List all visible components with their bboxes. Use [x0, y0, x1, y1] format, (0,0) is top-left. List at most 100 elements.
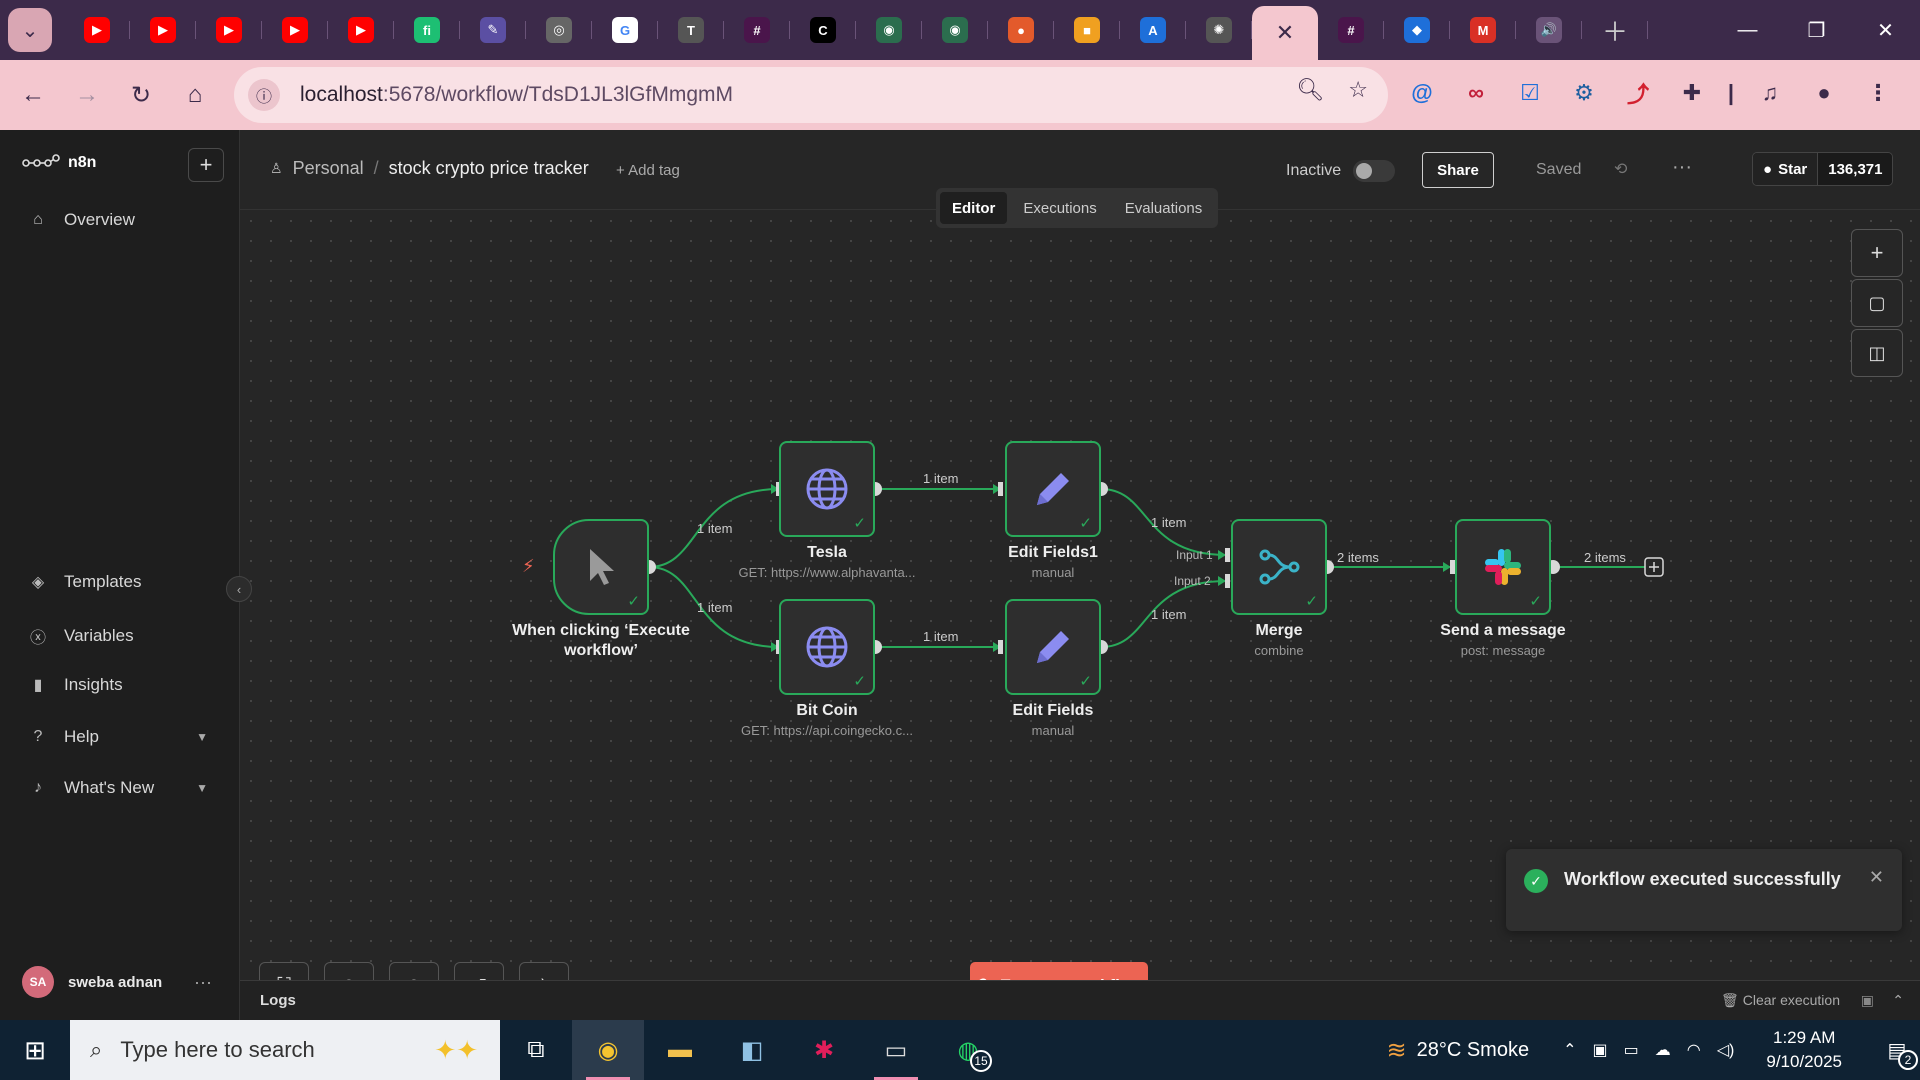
reload-button[interactable]: ↻ — [114, 68, 168, 122]
share-button[interactable]: Share — [1422, 152, 1494, 188]
sidebar-item-overview[interactable]: ⌂ Overview — [28, 210, 208, 230]
browser-tab[interactable]: # — [724, 5, 790, 55]
zoom-icon[interactable]: 🔍︎ — [1296, 77, 1324, 103]
sidebar-item-variables[interactable]: ⓧ Variables — [28, 624, 208, 648]
sidebar-item-help[interactable]: ? Help ▼ — [28, 727, 208, 747]
browser-tab[interactable]: ◉ — [922, 5, 988, 55]
node-edit-fields[interactable]: ✓ — [1005, 599, 1101, 695]
extensions-puzzle-icon[interactable]: ✚ — [1672, 73, 1712, 113]
browser-tab[interactable]: G — [592, 5, 658, 55]
sidebar-item-whats-new[interactable]: ♪ What's New ▼ — [28, 778, 208, 798]
taskbar-file-explorer[interactable]: ▬ — [644, 1020, 716, 1080]
browser-tab[interactable]: ▶ — [130, 5, 196, 55]
site-info-icon[interactable]: ⓘ — [248, 79, 280, 111]
close-window-button[interactable]: ✕ — [1851, 0, 1920, 60]
restore-button[interactable]: ❐ — [1782, 0, 1851, 60]
clear-execution-button[interactable]: 🗑 Clear execution — [1721, 992, 1840, 1009]
tab-editor[interactable]: Editor — [940, 192, 1008, 224]
weather-widget[interactable]: ≋ 28°C Smoke — [1386, 1036, 1529, 1065]
browser-tab[interactable]: ◆ — [1384, 5, 1450, 55]
meet-icon[interactable]: ▣ — [1593, 1040, 1608, 1060]
back-button[interactable]: ← — [6, 68, 60, 122]
chevron-up-icon[interactable]: ⌃ — [1892, 992, 1904, 1009]
browser-tab[interactable]: ✎ — [460, 5, 526, 55]
chevron-up-icon[interactable]: ⌃ — [1563, 1040, 1576, 1060]
browser-tab[interactable]: ▶ — [64, 5, 130, 55]
tab-search-button[interactable]: ⌄ — [8, 8, 52, 52]
wifi-icon[interactable]: ◠ — [1687, 1040, 1701, 1060]
clock[interactable]: 1:29 AM 9/10/2025 — [1766, 1026, 1842, 1074]
browser-tab[interactable]: ▶ — [196, 5, 262, 55]
media-control-icon[interactable]: ♫ — [1750, 73, 1790, 113]
github-star-button[interactable]: ● Star 136,371 — [1752, 152, 1894, 186]
sidebar-item-insights[interactable]: ▮ Insights — [28, 675, 208, 695]
extension-icon[interactable]: @ — [1402, 73, 1442, 113]
taskbar-terminal[interactable]: ▭ — [860, 1020, 932, 1080]
browser-tab[interactable]: ◉ — [856, 5, 922, 55]
notification-center-button[interactable]: ▤ 2 — [1874, 1020, 1920, 1080]
volume-icon[interactable]: ◁) — [1717, 1040, 1735, 1060]
extension-icon[interactable]: ☑ — [1510, 73, 1550, 113]
browser-tab[interactable]: ● — [988, 5, 1054, 55]
home-button[interactable]: ⌂ — [168, 68, 222, 122]
pdf-extension-icon[interactable]: ⤴ — [1618, 73, 1658, 113]
browser-tab[interactable]: # — [1318, 5, 1384, 55]
start-button[interactable]: ⊞ — [0, 1020, 70, 1080]
taskbar-whatsapp[interactable]: ◍ 15 — [932, 1020, 1004, 1080]
new-tab-button[interactable]: ＋ — [1582, 5, 1648, 55]
tab-executions[interactable]: Executions — [1011, 192, 1108, 224]
node-bitcoin[interactable]: ✓ — [779, 599, 875, 695]
extension-icon[interactable]: ∞ — [1456, 73, 1496, 113]
user-menu[interactable]: SA sweba adnan ··· — [22, 966, 212, 998]
taskbar-slack[interactable]: ✱ — [788, 1020, 860, 1080]
tab-active-n8n[interactable]: ✕ — [1252, 6, 1318, 60]
logs-panel[interactable]: Logs 🗑 Clear execution ▣ ⌃ — [240, 980, 1920, 1020]
history-icon[interactable]: ⟲ — [1614, 159, 1627, 179]
battery-icon[interactable]: ▭ — [1624, 1040, 1639, 1060]
node-merge[interactable]: ✓ — [1231, 519, 1327, 615]
close-toast-icon[interactable]: ✕ — [1869, 867, 1884, 888]
browser-tab[interactable]: ■ — [1054, 5, 1120, 55]
browser-tab[interactable]: T — [658, 5, 724, 55]
n8n-logo[interactable]: n8n — [22, 154, 96, 172]
browser-tab[interactable]: ▶ — [328, 5, 394, 55]
taskbar-chrome[interactable]: ◉ — [572, 1020, 644, 1080]
project-link[interactable]: Personal — [293, 158, 364, 179]
minimize-button[interactable]: — — [1713, 0, 1782, 60]
more-options-icon[interactable]: ··· — [194, 972, 212, 993]
active-toggle[interactable] — [1353, 160, 1396, 182]
browser-tab[interactable]: 🔊 — [1516, 5, 1582, 55]
bookmark-star-icon[interactable]: ☆ — [1348, 77, 1368, 103]
task-view-button[interactable]: ⧉ — [500, 1020, 572, 1080]
browser-tab[interactable]: C — [790, 5, 856, 55]
browser-tab[interactable]: A — [1120, 5, 1186, 55]
onedrive-icon[interactable]: ☁ — [1655, 1040, 1671, 1060]
tab-evaluations[interactable]: Evaluations — [1113, 192, 1215, 224]
node-send-message[interactable]: ✓ — [1455, 519, 1551, 615]
workflow-name[interactable]: stock crypto price tracker — [389, 158, 589, 179]
sidebar-item-templates[interactable]: ◈ Templates — [28, 572, 208, 592]
c-icon: C — [810, 17, 836, 43]
browser-tab[interactable]: ▶ — [262, 5, 328, 55]
browser-tab[interactable]: M — [1450, 5, 1516, 55]
create-button[interactable]: + — [188, 148, 224, 182]
profile-avatar-icon[interactable]: ● — [1804, 73, 1844, 113]
address-bar[interactable]: ⓘ localhost:5678/workflow/TdsD1JL3lGfMmg… — [234, 67, 1388, 123]
forward-button[interactable]: → — [60, 68, 114, 122]
more-options-icon[interactable]: ··· — [1672, 156, 1692, 179]
browser-tab[interactable]: fi — [394, 5, 460, 55]
taskbar-app[interactable]: ◧ — [716, 1020, 788, 1080]
node-manual-trigger[interactable]: ✓ — [553, 519, 649, 615]
extension-icon[interactable]: ⚙ — [1564, 73, 1604, 113]
collapse-sidebar-button[interactable]: ‹ — [226, 576, 252, 602]
browser-tab[interactable]: ◎ — [526, 5, 592, 55]
node-tesla[interactable]: ✓ — [779, 441, 875, 537]
url-text[interactable]: localhost:5678/workflow/TdsD1JL3lGfMmgmM — [300, 83, 733, 107]
popout-icon[interactable]: ▣ — [1861, 992, 1874, 1009]
node-edit-fields1[interactable]: ✓ — [1005, 441, 1101, 537]
taskbar-search[interactable]: ⌕ Type here to search ✦✦ — [70, 1020, 500, 1080]
browser-menu-icon[interactable]: ⋮ — [1858, 73, 1898, 113]
add-tag-button[interactable]: + Add tag — [616, 162, 680, 179]
browser-tab[interactable]: ✺ — [1186, 5, 1252, 55]
close-tab-icon[interactable]: ✕ — [1276, 20, 1294, 46]
